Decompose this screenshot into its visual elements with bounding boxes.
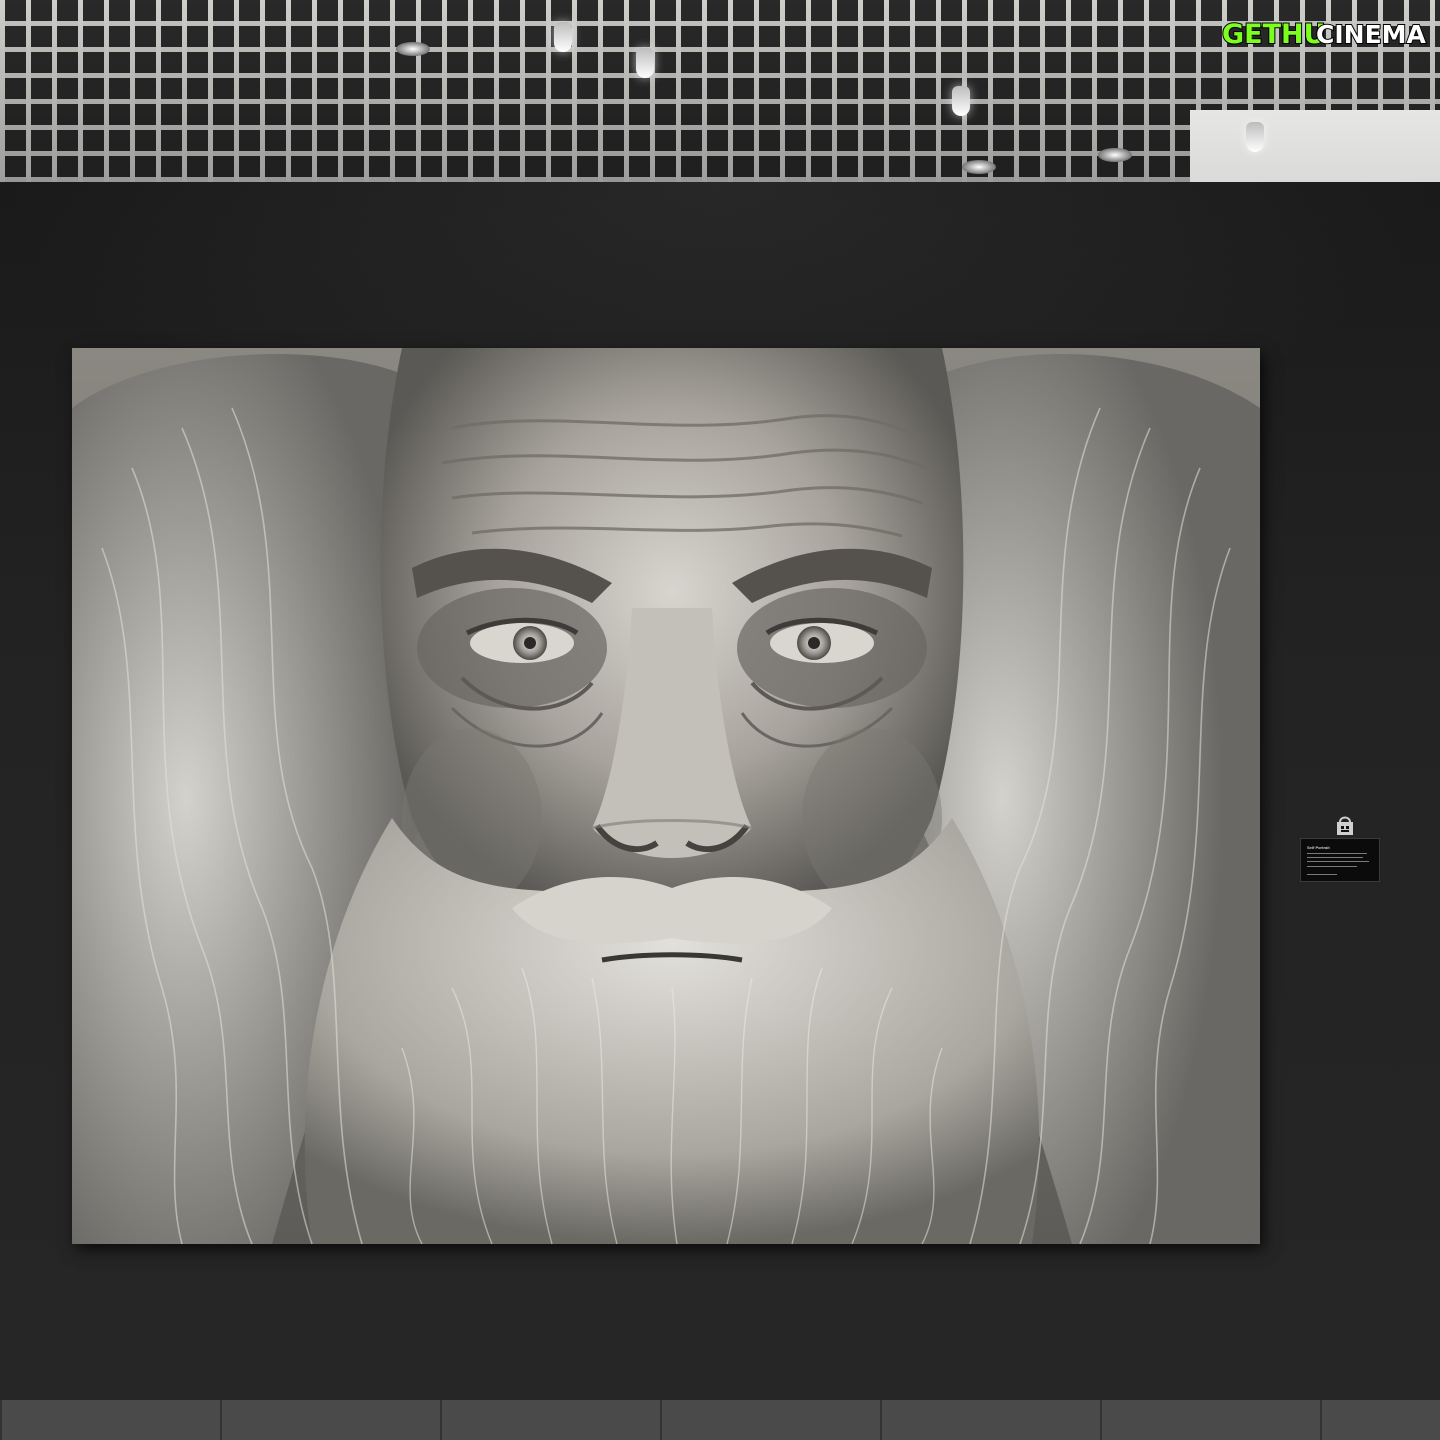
gethu-cinema-watermark-logo: GETHU CINEMA — [1221, 18, 1428, 51]
ceiling-downlight — [962, 160, 996, 174]
wall-label-title: Self Portrait — [1307, 845, 1330, 850]
portrait-painting — [72, 348, 1260, 1244]
wall-label-text-line — [1307, 866, 1357, 867]
watermark-text-gethu: GETHU — [1222, 19, 1326, 50]
track-spotlight — [1246, 122, 1264, 152]
wall-label-text-line — [1307, 861, 1369, 862]
gallery-floor — [0, 1400, 1440, 1440]
wall-label-text-line — [1307, 857, 1363, 858]
wall-label-text-line — [1307, 874, 1337, 875]
ceiling-downlight — [396, 42, 430, 56]
wall-label-text-line — [1307, 853, 1367, 854]
watermark-text-cinema: CINEMA — [1316, 20, 1427, 49]
track-spotlight — [636, 48, 654, 78]
portrait-artwork — [72, 348, 1260, 1244]
ceiling-downlight — [1098, 148, 1132, 162]
track-spotlight — [554, 22, 572, 52]
gallery-scene: Self Portrait GETHU CINEMA — [0, 0, 1440, 1440]
artwork-wall-label: Self Portrait — [1300, 838, 1380, 882]
track-spotlight — [952, 86, 970, 116]
audio-guide-icon — [1337, 816, 1353, 835]
